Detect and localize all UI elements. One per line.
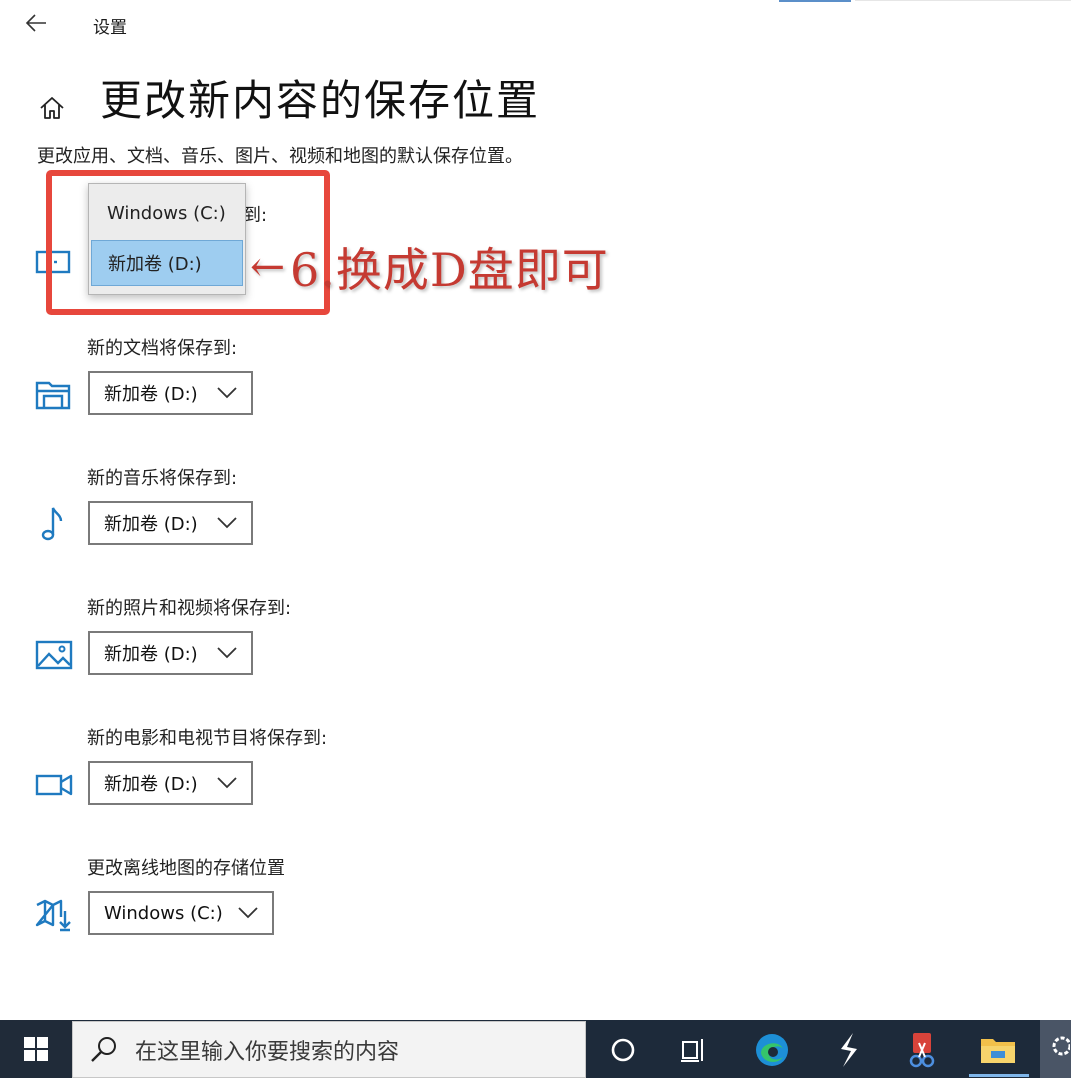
movies-drive-value: 新加卷 (D:)	[104, 774, 198, 795]
search-icon	[91, 1036, 116, 1062]
chevron-down-icon	[217, 777, 237, 789]
page-title: 更改新内容的保存位置	[100, 76, 541, 125]
task-view-icon[interactable]	[675, 1030, 715, 1070]
snip-tool-icon[interactable]	[902, 1030, 942, 1070]
annotation-highlight-box	[46, 170, 330, 315]
start-button[interactable]	[0, 1020, 72, 1078]
back-arrow-icon	[25, 14, 46, 32]
windows-logo-icon	[24, 1037, 48, 1061]
window-top-accent	[779, 0, 851, 2]
maps-storage-label: 更改离线地图的存储位置	[87, 858, 285, 879]
documents-drive-dropdown[interactable]: 新加卷 (D:)	[88, 371, 253, 415]
taskbar-search-box[interactable]: 在这里输入你要搜索的内容	[72, 1021, 586, 1078]
photos-drive-dropdown[interactable]: 新加卷 (D:)	[88, 631, 253, 675]
maps-drive-value: Windows (C:)	[104, 902, 223, 924]
video-camera-icon	[34, 767, 74, 803]
chevron-down-icon	[217, 517, 237, 529]
annotation-arrow: ←	[250, 242, 286, 291]
photos-save-label: 新的照片和视频将保存到:	[87, 598, 292, 619]
music-save-label: 新的音乐将保存到:	[87, 468, 238, 489]
documents-folder-icon	[34, 376, 74, 412]
movies-drive-dropdown[interactable]: 新加卷 (D:)	[88, 761, 253, 805]
documents-drive-value: 新加卷 (D:)	[104, 384, 198, 405]
page-description: 更改应用、文档、音乐、图片、视频和地图的默认保存位置。	[37, 146, 523, 167]
photos-drive-value: 新加卷 (D:)	[104, 644, 198, 665]
chevron-down-icon	[238, 907, 258, 919]
annotation-text: 6.换成D盘即可	[290, 243, 609, 297]
settings-gear-icon[interactable]	[1040, 1020, 1071, 1078]
home-icon[interactable]	[38, 94, 66, 122]
maps-drive-dropdown[interactable]: Windows (C:)	[88, 891, 274, 935]
documents-save-label: 新的文档将保存到:	[87, 338, 238, 359]
cortana-icon[interactable]	[603, 1030, 643, 1070]
window-top-border	[855, 0, 1071, 1]
chevron-down-icon	[217, 387, 237, 399]
music-drive-value: 新加卷 (D:)	[104, 514, 198, 535]
edge-icon[interactable]	[752, 1030, 792, 1070]
map-download-icon	[34, 897, 74, 933]
file-explorer-icon[interactable]	[978, 1030, 1018, 1070]
app-title: 设置	[93, 18, 127, 38]
search-placeholder: 在这里输入你要搜索的内容	[135, 1039, 400, 1065]
app-s-icon[interactable]	[828, 1030, 868, 1070]
back-button[interactable]	[24, 10, 50, 36]
movies-save-label: 新的电影和电视节目将保存到:	[87, 728, 328, 749]
picture-icon	[34, 637, 74, 673]
chevron-down-icon	[217, 647, 237, 659]
music-drive-dropdown[interactable]: 新加卷 (D:)	[88, 501, 253, 545]
music-note-icon	[34, 505, 74, 541]
active-app-indicator	[969, 1074, 1029, 1077]
